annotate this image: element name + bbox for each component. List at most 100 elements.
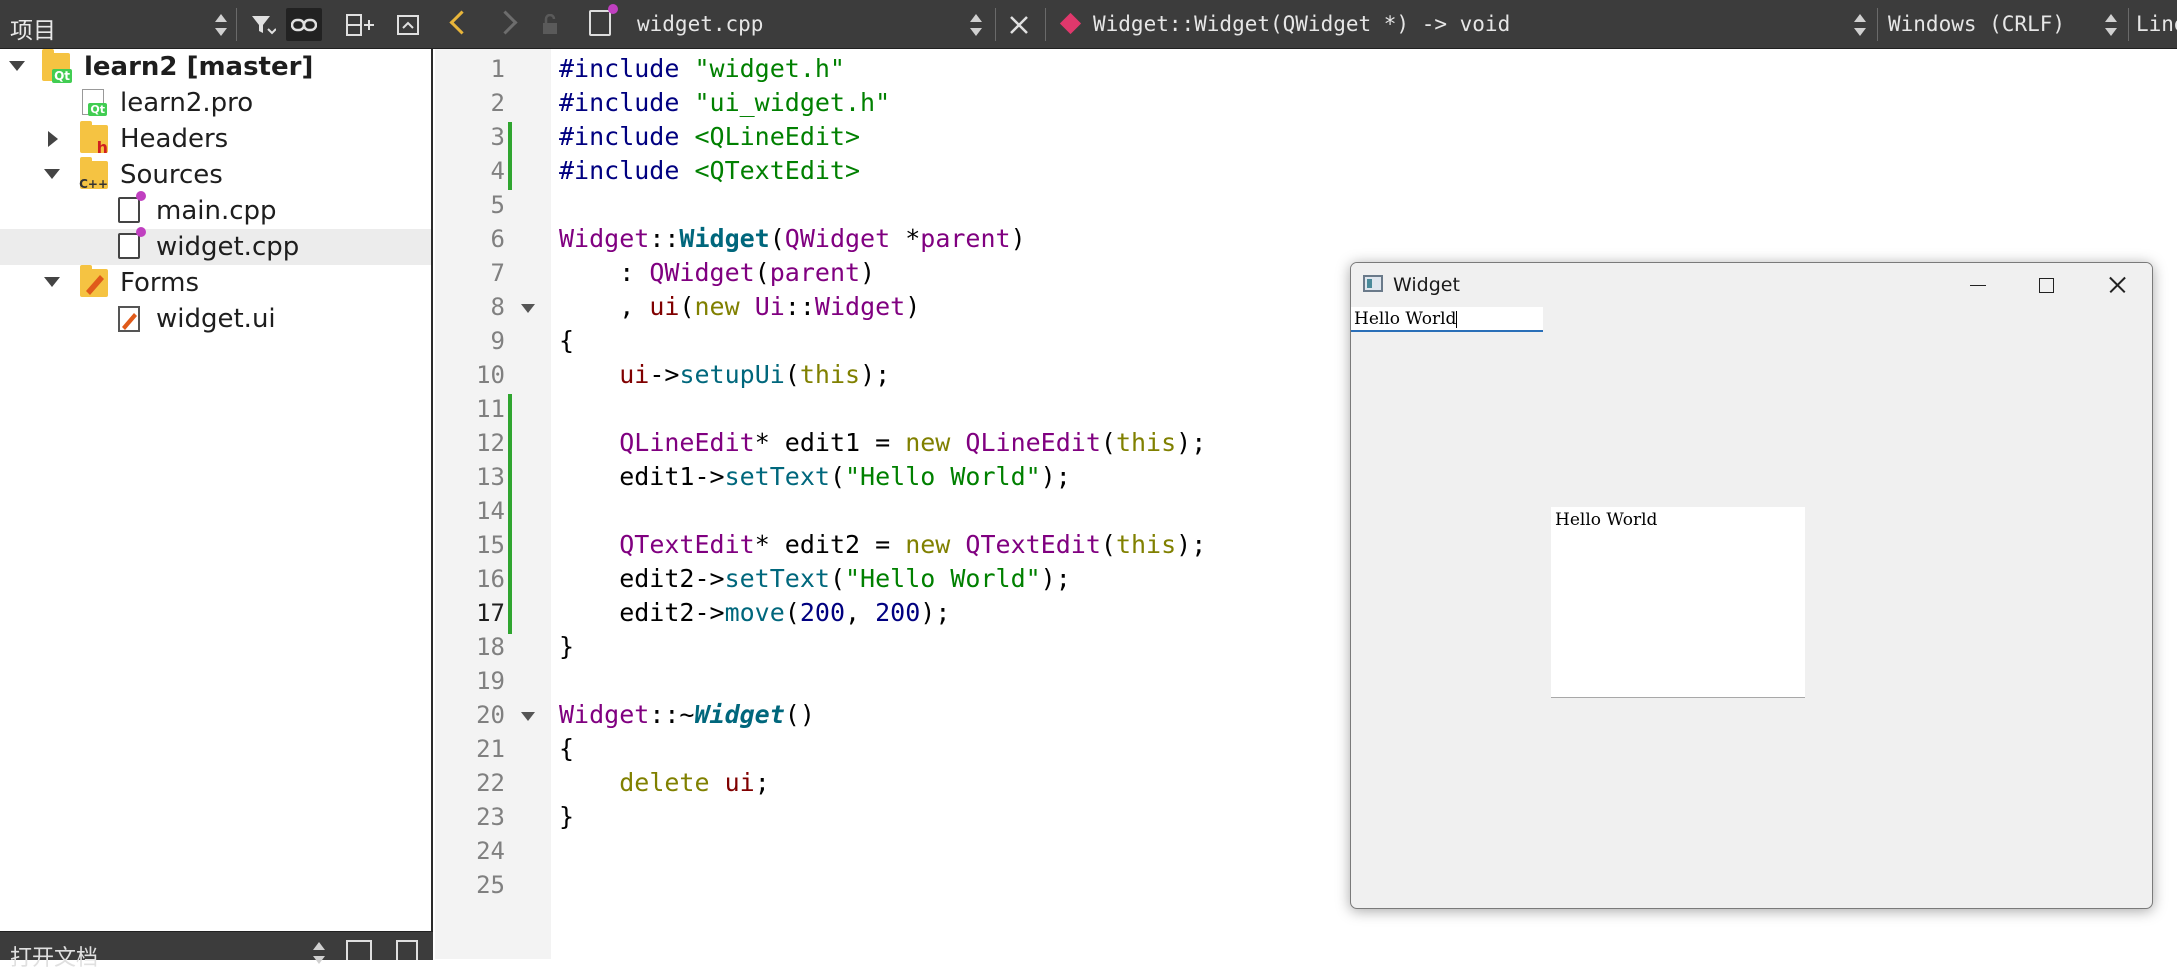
code-line[interactable]: delete ui; xyxy=(559,768,770,797)
tree-item-sources[interactable]: C++ Sources xyxy=(0,157,431,193)
tree-item-headers[interactable]: h Headers xyxy=(0,121,431,157)
tree-item-pro-file[interactable]: Qt learn2.pro xyxy=(0,85,431,121)
cursor-position-label[interactable]: Line xyxy=(2136,12,2177,36)
code-line[interactable]: #include <QLineEdit> xyxy=(559,122,860,151)
text-caret xyxy=(1456,311,1458,328)
editor-toolbar: widget.cpp Widget::Widget(QWidget *) -> … xyxy=(433,0,2177,49)
open-documents-updown-icon[interactable] xyxy=(312,940,325,966)
line-number: 12 xyxy=(476,429,505,457)
code-line[interactable]: } xyxy=(559,802,574,831)
line-number: 2 xyxy=(490,89,505,117)
link-with-editor-icon[interactable] xyxy=(286,8,322,41)
text-edit-area[interactable]: Hello World xyxy=(1551,507,1805,698)
project-panel: 项目 Qt learn2 [master] Qt learn2.pro h He… xyxy=(0,0,433,971)
line-number: 20 xyxy=(476,701,505,729)
code-line[interactable]: { xyxy=(559,326,574,355)
line-ending-updown-icon[interactable] xyxy=(2104,12,2117,38)
close-document-icon[interactable] xyxy=(1004,10,1034,40)
code-line[interactable]: ui->setupUi(this); xyxy=(559,360,890,389)
code-line[interactable]: } xyxy=(559,632,574,661)
close-pane-icon[interactable] xyxy=(396,940,418,960)
fold-arrow-icon[interactable] xyxy=(521,712,535,721)
line-edit-text: Hello World xyxy=(1354,309,1457,329)
project-folder-icon: Qt xyxy=(42,49,72,83)
toolbar-divider xyxy=(995,8,996,41)
lock-icon[interactable] xyxy=(541,13,557,34)
tree-item-project-root[interactable]: Qt learn2 [master] xyxy=(0,49,431,85)
code-line[interactable]: , ui(new Ui::Widget) xyxy=(559,292,920,321)
code-line[interactable]: Widget::~Widget() xyxy=(559,700,815,729)
line-number: 9 xyxy=(490,327,505,355)
code-line[interactable]: QLineEdit* edit1 = new QLineEdit(this); xyxy=(559,428,1206,457)
maximize-button[interactable] xyxy=(2010,263,2080,307)
project-panel-toolbar: 项目 xyxy=(0,0,433,49)
window-titlebar[interactable]: Widget xyxy=(1351,263,2152,307)
symbol-selector-updown-icon[interactable] xyxy=(1853,12,1866,38)
line-number: 15 xyxy=(476,531,505,559)
view-selector-updown-icon[interactable] xyxy=(214,12,227,38)
code-line[interactable]: Widget::Widget(QWidget *parent) xyxy=(559,224,1026,253)
split-view-icon[interactable] xyxy=(346,940,372,960)
project-panel-title: 项目 xyxy=(10,18,56,44)
cpp-file-icon xyxy=(118,191,146,223)
line-number: 7 xyxy=(490,259,505,287)
line-number: 6 xyxy=(490,225,505,253)
code-line[interactable]: QTextEdit* edit2 = new QTextEdit(this); xyxy=(559,530,1206,559)
code-line[interactable]: #include "widget.h" xyxy=(559,54,845,83)
tree-item-forms[interactable]: Forms xyxy=(0,265,431,301)
text-edit-text: Hello World xyxy=(1555,510,1658,530)
line-number: 13 xyxy=(476,463,505,491)
open-documents-header: 打开文档 xyxy=(0,931,433,971)
line-edit-field[interactable]: Hello World xyxy=(1351,307,1543,332)
tree-item-label: Forms xyxy=(120,268,200,298)
code-line[interactable]: edit2->setText("Hello World"); xyxy=(559,564,1071,593)
collapse-arrow-icon[interactable] xyxy=(44,169,60,179)
split-view-icon[interactable] xyxy=(342,8,378,41)
line-ending-selector[interactable]: Windows (CRLF) xyxy=(1888,12,2065,36)
code-line[interactable]: : QWidget(parent) xyxy=(559,258,875,287)
close-pane-icon[interactable] xyxy=(390,8,426,41)
line-number: 19 xyxy=(476,667,505,695)
tree-item-widget-cpp[interactable]: widget.cpp xyxy=(0,227,431,265)
collapse-arrow-icon[interactable] xyxy=(44,277,60,287)
go-forward-icon[interactable] xyxy=(493,10,518,35)
current-file-name[interactable]: widget.cpp xyxy=(637,12,763,36)
line-number: 11 xyxy=(476,395,505,423)
code-line[interactable]: edit1->setText("Hello World"); xyxy=(559,462,1071,491)
tree-item-label: Headers xyxy=(120,124,229,154)
code-line[interactable]: edit2->move(200, 200); xyxy=(559,598,950,627)
file-selector-updown-icon[interactable] xyxy=(969,12,982,38)
symbol-selector[interactable]: Widget::Widget(QWidget *) -> void xyxy=(1093,12,1510,36)
line-number: 16 xyxy=(476,565,505,593)
expand-arrow-icon[interactable] xyxy=(48,131,58,147)
line-number: 21 xyxy=(476,735,505,763)
widget-app-window[interactable]: Widget Hello World Hello World xyxy=(1350,262,2153,909)
go-back-icon[interactable] xyxy=(449,10,474,35)
tree-item-main-cpp[interactable]: main.cpp xyxy=(0,191,431,229)
code-line[interactable]: { xyxy=(559,734,574,763)
tree-item-label: learn2.pro xyxy=(120,88,254,118)
tree-item-label: learn2 [master] xyxy=(84,52,314,82)
line-number: 5 xyxy=(490,191,505,219)
tree-item-label: widget.cpp xyxy=(156,232,300,262)
filter-icon[interactable] xyxy=(245,8,281,41)
minimize-button[interactable] xyxy=(1941,263,2011,307)
forms-folder-icon xyxy=(80,265,108,297)
toolbar-divider xyxy=(1045,8,1046,41)
line-number: 1 xyxy=(490,55,505,83)
close-window-button[interactable] xyxy=(2081,263,2151,307)
line-number: 4 xyxy=(490,157,505,185)
tree-item-widget-ui[interactable]: widget.ui xyxy=(0,301,431,337)
toolbar-divider xyxy=(2128,8,2129,41)
cpp-file-icon xyxy=(589,4,618,36)
cpp-file-icon xyxy=(118,227,146,259)
line-number: 18 xyxy=(476,633,505,661)
line-number: 24 xyxy=(476,837,505,865)
line-number: 25 xyxy=(476,871,505,899)
collapse-arrow-icon[interactable] xyxy=(9,61,25,71)
line-number: 3 xyxy=(490,123,505,151)
code-line[interactable]: #include "ui_widget.h" xyxy=(559,88,890,117)
code-line[interactable]: #include <QTextEdit> xyxy=(559,156,860,185)
fold-arrow-icon[interactable] xyxy=(521,304,535,313)
modified-lines-marker xyxy=(508,122,512,190)
